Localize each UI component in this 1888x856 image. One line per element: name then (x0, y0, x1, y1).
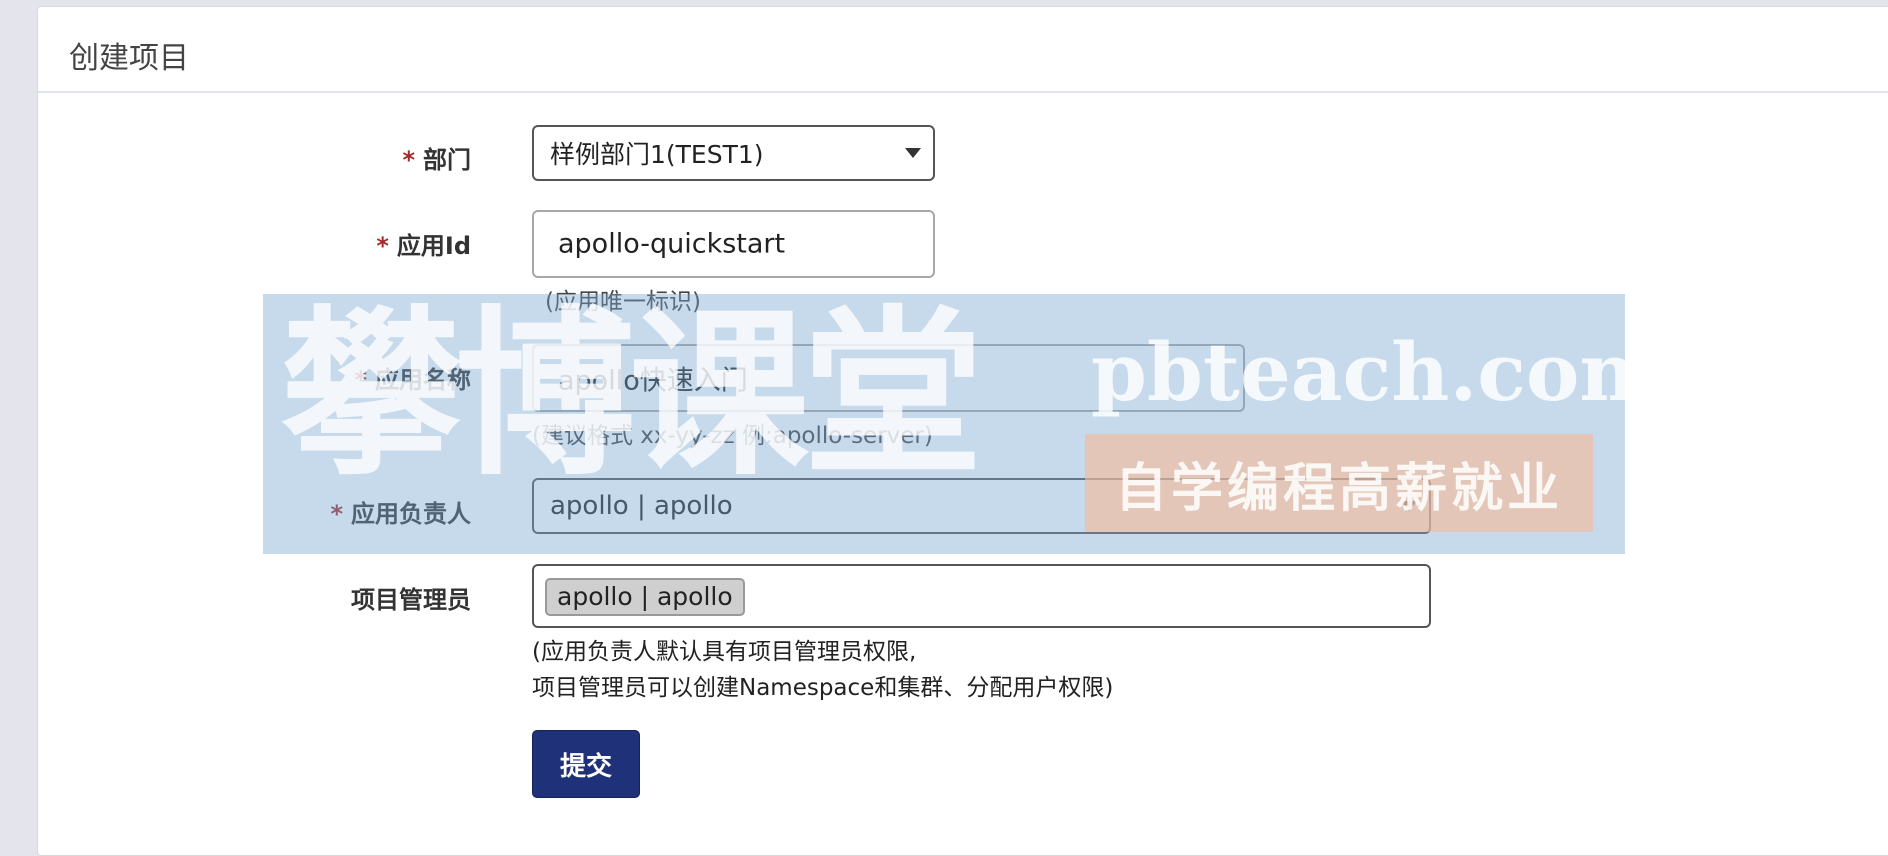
app-id-label-text: 应用Id (396, 232, 471, 260)
app-name-label-text: 应用名称 (375, 366, 471, 394)
owner-label-text: 应用负责人 (351, 500, 471, 528)
required-star: * (354, 366, 367, 394)
create-project-panel: 创建项目 (37, 6, 1888, 856)
owner-value: apollo | apollo (550, 491, 733, 521)
app-name-value: apollo快速入门 (558, 365, 748, 397)
caret-down-icon (905, 148, 921, 158)
admins-help-line2: 项目管理员可以创建Namespace和集群、分配用户权限) (532, 675, 1114, 701)
department-value: 样例部门1(TEST1) (550, 140, 764, 169)
submit-button[interactable]: 提交 (532, 730, 640, 798)
department-select[interactable]: 样例部门1(TEST1) (532, 125, 935, 181)
app-id-label: * 应用Id (376, 226, 471, 261)
admins-multiselect[interactable]: apollo | apollo (532, 564, 1431, 628)
admin-tag[interactable]: apollo | apollo (545, 578, 745, 616)
app-name-label: * 应用名称 (354, 360, 471, 395)
required-star: * (402, 146, 415, 174)
panel-header: 创建项目 (38, 7, 1888, 93)
app-name-help: (建议格式 xx-yy-zz 例:apollo-server) (532, 423, 933, 449)
admins-help-line1: (应用负责人默认具有项目管理员权限, (532, 639, 917, 665)
app-id-help: (应用唯一标识) (545, 289, 701, 315)
department-label: * 部门 (402, 140, 471, 175)
owner-label: * 应用负责人 (330, 494, 471, 529)
page-title: 创建项目 (69, 41, 189, 76)
app-id-value: apollo-quickstart (558, 228, 786, 260)
owner-select[interactable]: apollo | apollo (532, 478, 1431, 534)
app-name-input[interactable]: apollo快速入门 (532, 344, 1245, 412)
required-star: * (330, 500, 343, 528)
admins-label: 项目管理员 (351, 580, 471, 615)
app-id-input[interactable]: apollo-quickstart (532, 210, 935, 278)
department-label-text: 部门 (423, 146, 471, 174)
admins-label-text: 项目管理员 (351, 586, 471, 614)
required-star: * (376, 232, 389, 260)
caret-down-icon (1401, 501, 1417, 511)
